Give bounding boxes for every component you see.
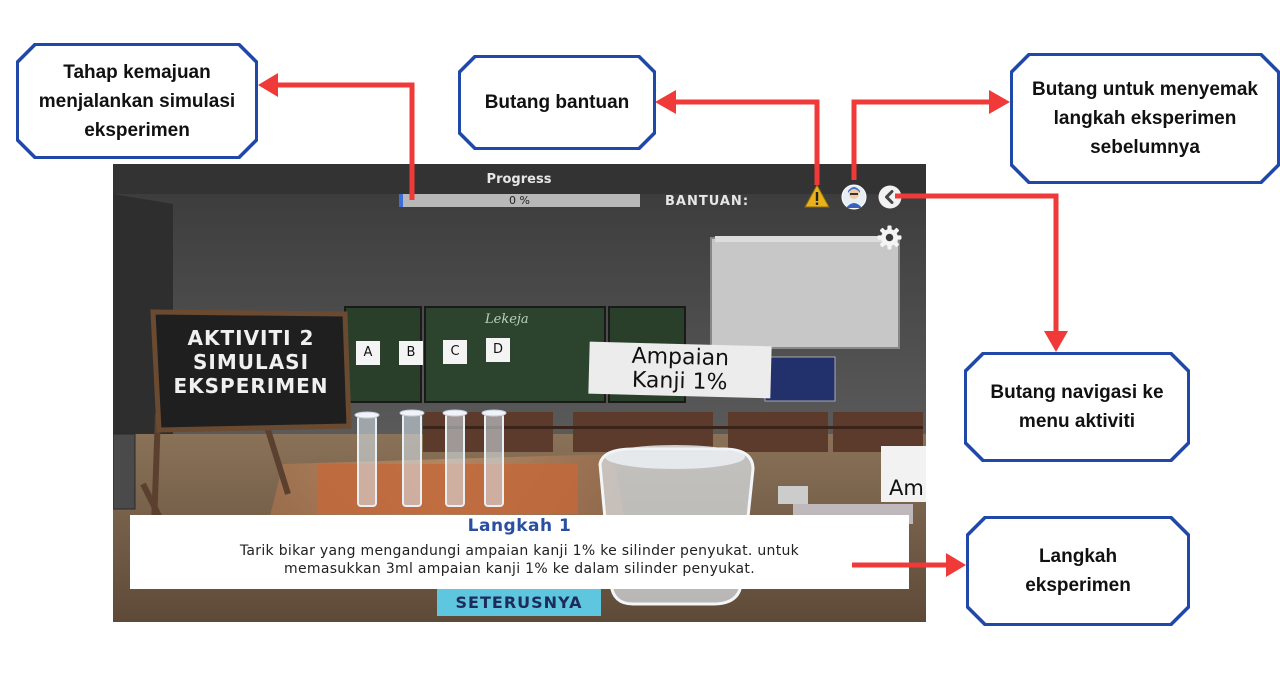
arrow-review [851, 99, 990, 180]
callout-help: Butang bantuan [461, 58, 653, 147]
arrow-nav [895, 193, 1059, 335]
callout-progress: Tahap kemajuan menjalankan simulasi eksp… [19, 46, 255, 156]
arrow-step-head [946, 553, 966, 577]
arrow-nav-head [1044, 331, 1068, 352]
arrow-progress-head [258, 73, 278, 97]
arrow-progress [275, 82, 415, 200]
arrow-review-head [989, 90, 1010, 114]
callout-review: Butang untuk menyemak langkah eksperimen… [1013, 56, 1277, 181]
arrow-help [674, 99, 820, 185]
arrow-help-head [655, 90, 676, 114]
callout-step: Langkah eksperimen [969, 519, 1187, 623]
callout-nav: Butang navigasi ke menu aktiviti [967, 355, 1187, 459]
